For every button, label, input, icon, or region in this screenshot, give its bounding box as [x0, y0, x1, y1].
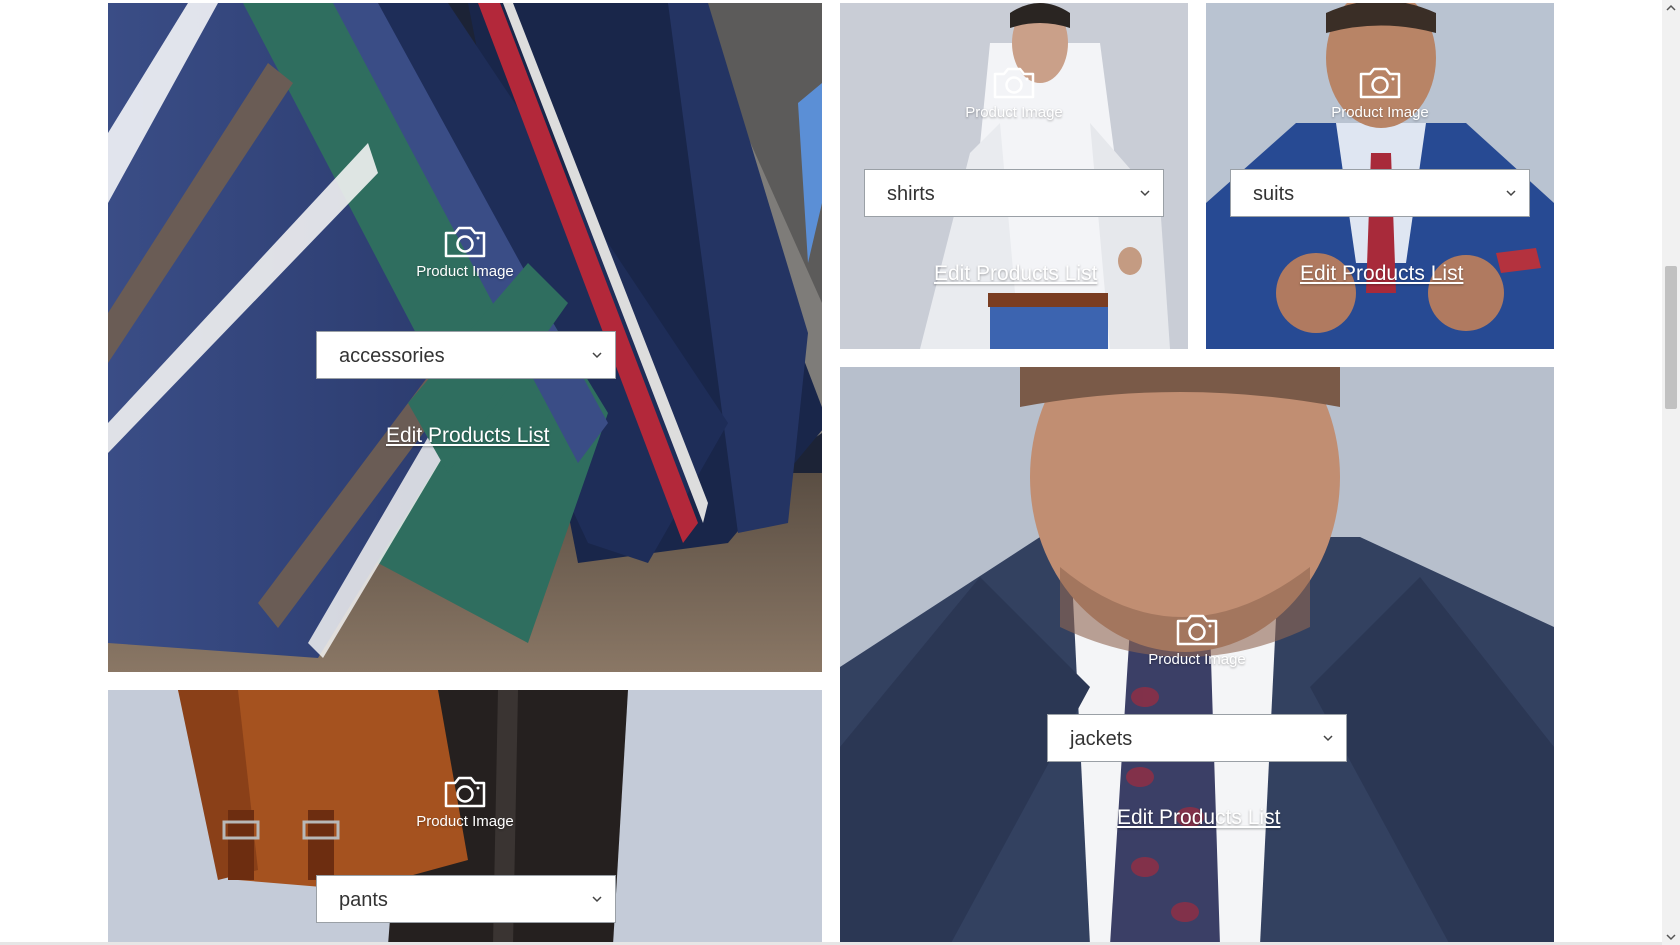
product-tile-accessories: Product Image accessories Edit Products … [108, 3, 822, 672]
product-image-placeholder[interactable]: Product Image [840, 66, 1188, 121]
category-select[interactable]: shirts [864, 169, 1164, 217]
edit-products-list-link[interactable]: Edit Products List [934, 262, 1097, 286]
category-selected-value: accessories [339, 345, 445, 367]
category-selected-value: pants [339, 889, 388, 911]
category-select[interactable]: suits [1230, 169, 1530, 217]
product-tile-suits: Product Image suits Edit Products List [1206, 3, 1554, 349]
camera-icon [1176, 614, 1218, 646]
category-select[interactable]: accessories [316, 331, 616, 379]
product-tile-shirts: Product Image shirts Edit Products List [840, 3, 1188, 349]
scroll-up-arrow-icon[interactable] [1666, 4, 1676, 12]
scrollbar-thumb[interactable] [1665, 266, 1677, 409]
chevron-down-icon [1506, 190, 1516, 197]
vertical-scrollbar[interactable] [1662, 0, 1680, 945]
product-image-label: Product Image [965, 104, 1063, 121]
category-select[interactable]: pants [316, 875, 616, 923]
camera-icon [993, 67, 1035, 99]
product-image-label: Product Image [416, 263, 514, 280]
edit-products-list-link[interactable]: Edit Products List [386, 424, 549, 448]
product-image-placeholder[interactable]: Product Image [840, 613, 1554, 668]
product-tile-jackets: Product Image jackets Edit Products List [840, 367, 1554, 945]
category-select[interactable]: jackets [1047, 714, 1347, 762]
product-image-placeholder[interactable]: Product Image [108, 775, 822, 830]
category-selected-value: suits [1253, 183, 1295, 205]
camera-icon [444, 776, 486, 808]
product-image-placeholder[interactable]: Product Image [108, 225, 822, 280]
product-image-label: Product Image [416, 813, 514, 830]
product-image-label: Product Image [1331, 104, 1429, 121]
category-selected-value: shirts [887, 183, 935, 205]
product-image-label: Product Image [1148, 651, 1246, 668]
chevron-down-icon [1323, 735, 1333, 742]
product-tile-pants: Product Image pants [108, 690, 822, 945]
chevron-down-icon [592, 352, 602, 359]
chevron-down-icon [1140, 190, 1150, 197]
camera-icon [444, 226, 486, 258]
edit-products-list-link[interactable]: Edit Products List [1117, 806, 1280, 830]
scroll-down-arrow-icon[interactable] [1666, 933, 1676, 941]
product-image-placeholder[interactable]: Product Image [1206, 66, 1554, 121]
category-selected-value: jackets [1070, 728, 1133, 750]
camera-icon [1359, 67, 1401, 99]
chevron-down-icon [592, 896, 602, 903]
edit-products-list-link[interactable]: Edit Products List [1300, 262, 1463, 286]
